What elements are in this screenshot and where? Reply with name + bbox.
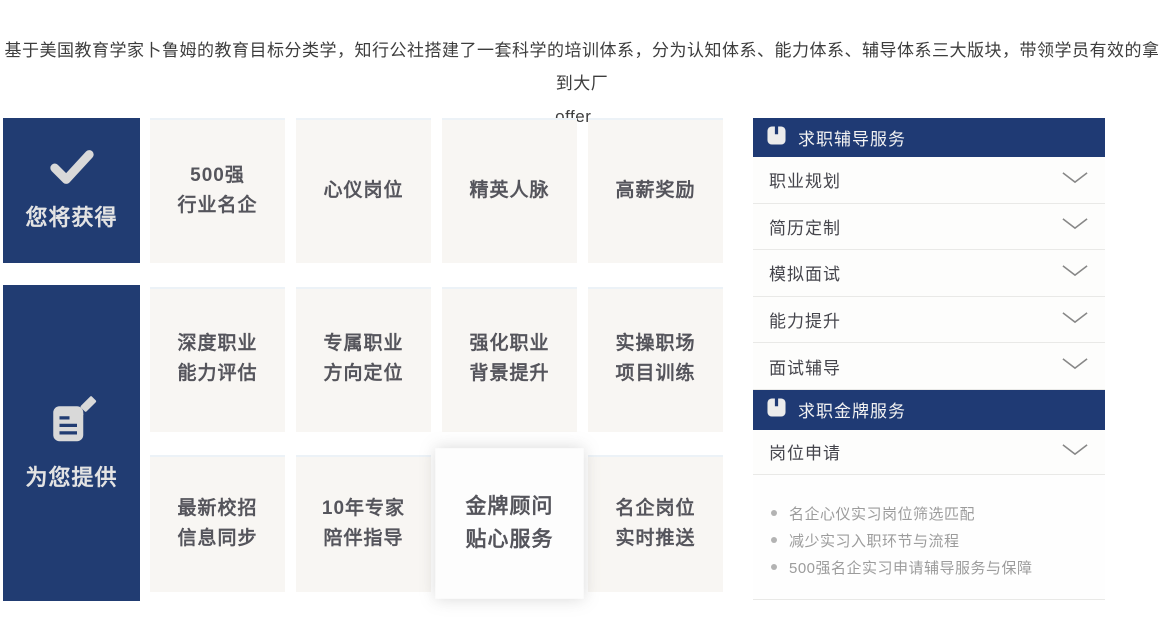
feature-card-label: 信息同步 <box>177 524 257 554</box>
accordion-item-job-application[interactable]: 岗位申请 <box>753 430 1105 475</box>
feature-card-career-positioning: 专属职业 方向定位 <box>296 287 431 432</box>
list-item: 减少实习入职环节与流程 <box>771 528 1087 555</box>
chevron-down-icon[interactable] <box>1061 264 1089 282</box>
bullet-dot-icon <box>771 510 777 516</box>
feature-card-label: 方向定位 <box>323 359 403 389</box>
feature-card-label: 10年专家 <box>322 494 405 524</box>
feature-card-job-push: 名企岗位 实时推送 <box>588 455 723 592</box>
feature-card-label: 金牌顾问 <box>465 491 553 524</box>
feature-card-gold-consultant: 金牌顾问 贴心服务 <box>435 448 584 599</box>
bullet-dot-icon <box>771 564 777 570</box>
feature-card-label: 强化职业 <box>469 329 549 359</box>
feature-card-project-training: 实操职场 项目训练 <box>588 287 723 432</box>
panel-header-coaching-label: 求职辅导服务 <box>798 125 906 150</box>
block-gain-label: 您将获得 <box>25 200 117 232</box>
accordion-label: 模拟面试 <box>769 260 841 285</box>
feature-card-label: 陪伴指导 <box>323 524 403 554</box>
bullet-dot-icon <box>771 537 777 543</box>
feature-card-label: 深度职业 <box>177 329 257 359</box>
panel-header-gold-label: 求职金牌服务 <box>798 397 906 422</box>
block-you-will-gain: 您将获得 <box>3 118 140 263</box>
chevron-down-icon[interactable] <box>1061 357 1089 375</box>
feature-card-label: 贴心服务 <box>465 524 553 557</box>
feature-card-high-salary: 高薪奖励 <box>588 118 723 263</box>
accordion-item-mock-interview[interactable]: 模拟面试 <box>753 250 1105 297</box>
accordion-label: 简历定制 <box>769 214 841 239</box>
feature-grid: 500强 行业名企 心仪岗位 精英人脉 高薪奖励 深度职业 能力评估 专属职业 … <box>150 118 723 592</box>
book-icon <box>767 126 786 150</box>
feature-card-label: 能力评估 <box>177 359 257 389</box>
list-item: 500强名企实习申请辅导服务与保障 <box>771 555 1087 582</box>
feature-card-500-companies: 500强 行业名企 <box>150 118 285 263</box>
bullet-text: 名企心仪实习岗位筛选匹配 <box>789 501 975 528</box>
intro-line-1: 基于美国教育学家卜鲁姆的教育目标分类学，知行公社搭建了一套科学的培训体系，分为认… <box>0 34 1164 100</box>
feature-card-label: 名企岗位 <box>615 494 695 524</box>
feature-card-expert-guidance: 10年专家 陪伴指导 <box>296 455 431 592</box>
check-icon <box>49 149 95 190</box>
gold-service-bullet-list: 名企心仪实习岗位筛选匹配 减少实习入职环节与流程 500强名企实习申请辅导服务与… <box>753 475 1105 600</box>
panel-header-gold: 求职金牌服务 <box>753 390 1105 430</box>
bullet-text: 500强名企实习申请辅导服务与保障 <box>789 555 1033 582</box>
accordion-item-ability-improvement[interactable]: 能力提升 <box>753 297 1105 344</box>
feature-card-label: 精英人脉 <box>469 176 549 206</box>
feature-card-label: 高薪奖励 <box>615 176 695 206</box>
feature-card-elite-network: 精英人脉 <box>442 118 577 263</box>
feature-card-label: 实时推送 <box>615 524 695 554</box>
feature-card-label: 项目训练 <box>615 359 695 389</box>
accordion-label: 面试辅导 <box>769 354 841 379</box>
page: 基于美国教育学家卜鲁姆的教育目标分类学，知行公社搭建了一套科学的培训体系，分为认… <box>0 0 1164 624</box>
feature-card-label: 心仪岗位 <box>323 176 403 206</box>
chevron-down-icon[interactable] <box>1061 311 1089 329</box>
services-panel: 求职辅导服务 职业规划 简历定制 模拟面试 能力提升 <box>753 118 1105 600</box>
feature-card-ideal-job: 心仪岗位 <box>296 118 431 263</box>
accordion-label: 职业规划 <box>769 167 841 192</box>
feature-card-background-boost: 强化职业 背景提升 <box>442 287 577 432</box>
accordion-label: 能力提升 <box>769 307 841 332</box>
feature-card-label: 500强 <box>190 161 245 191</box>
document-edit-icon <box>44 395 100 450</box>
list-item: 名企心仪实习岗位筛选匹配 <box>771 501 1087 528</box>
chevron-down-icon[interactable] <box>1061 443 1089 461</box>
feature-card-label: 背景提升 <box>469 359 549 389</box>
accordion-item-interview-coaching[interactable]: 面试辅导 <box>753 343 1105 390</box>
accordion-label: 岗位申请 <box>769 439 841 464</box>
block-provide-label: 为您提供 <box>25 460 117 492</box>
feature-card-label: 最新校招 <box>177 494 257 524</box>
accordion-item-career-planning[interactable]: 职业规划 <box>753 157 1105 204</box>
feature-card-deep-assessment: 深度职业 能力评估 <box>150 287 285 432</box>
chevron-down-icon[interactable] <box>1061 171 1089 189</box>
feature-card-label: 实操职场 <box>615 329 695 359</box>
panel-header-coaching: 求职辅导服务 <box>753 118 1105 157</box>
block-we-provide: 为您提供 <box>3 285 140 601</box>
book-icon <box>767 398 786 422</box>
accordion-item-resume-customization[interactable]: 简历定制 <box>753 204 1105 251</box>
feature-card-label: 专属职业 <box>323 329 403 359</box>
chevron-down-icon[interactable] <box>1061 217 1089 235</box>
bullet-text: 减少实习入职环节与流程 <box>789 528 960 555</box>
feature-card-label: 行业名企 <box>177 191 257 221</box>
feature-card-campus-recruiting: 最新校招 信息同步 <box>150 455 285 592</box>
